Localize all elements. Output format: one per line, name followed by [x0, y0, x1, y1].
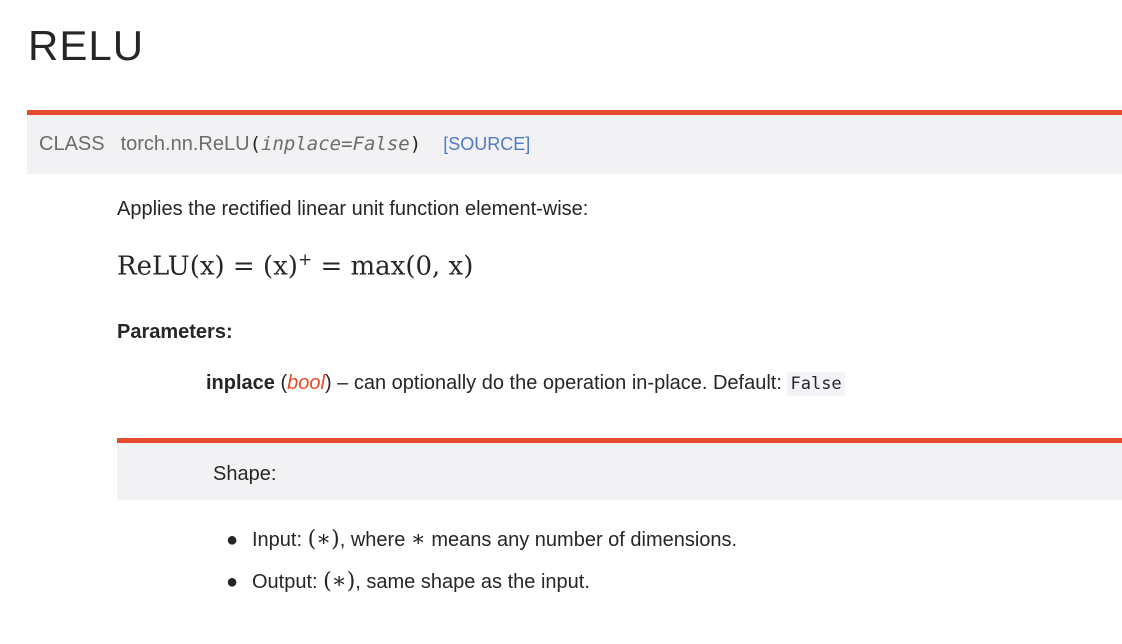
page-title: RELU	[28, 22, 145, 69]
list-item: ● Output: (∗), same shape as the input.	[226, 564, 737, 606]
shape-item-math: (∗)	[307, 527, 340, 552]
shape-note-box: Shape:	[117, 438, 1122, 500]
parameters-heading: Parameters:	[117, 321, 233, 343]
param-description: – can optionally do the operation in-pla…	[331, 372, 788, 394]
shape-item-text: , where	[339, 529, 411, 551]
shape-item-label: Input:	[252, 529, 308, 551]
shape-item-math: (∗)	[323, 569, 356, 594]
param-default-value: False	[787, 372, 845, 396]
shape-item-text: , same shape as the input.	[355, 571, 590, 593]
class-name: torch.nn.ReLU	[120, 133, 250, 155]
source-link[interactable]: [SOURCE]	[443, 134, 530, 154]
class-signature: CLASS torch.nn.ReLU(inplace=False) [SOURCE…	[39, 133, 530, 156]
param-type-link[interactable]: bool	[287, 372, 325, 394]
parameter-item: inplace (bool) – can optionally do the o…	[206, 372, 845, 396]
bullet-icon: ●	[226, 529, 239, 551]
list-item: ● Input: (∗), where ∗ means any number of…	[226, 522, 738, 564]
description: Applies the rectified linear unit functi…	[117, 198, 589, 220]
class-signature-box: CLASS torch.nn.ReLU(inplace=False) [SOURCE…	[27, 110, 1122, 174]
relu-formula: ReLU(x) = (x)+ = max(0, x)	[117, 250, 473, 282]
formula-superscript: +	[297, 250, 313, 270]
bullet-icon: ●	[226, 571, 239, 593]
open-paren: (	[249, 133, 262, 155]
shape-list: ● Input: (∗), where ∗ means any number of…	[226, 522, 738, 606]
formula-rhs: = max(0, x)	[312, 251, 474, 282]
shape-item-label: Output:	[252, 571, 324, 593]
close-paren: )	[409, 133, 422, 155]
param-type-open: (	[274, 372, 288, 394]
param-name: inplace	[206, 372, 275, 394]
formula-lhs: ReLU(x) = (x)	[117, 251, 298, 282]
signature-param: inplace=False	[261, 133, 410, 155]
param-type-close: )	[324, 372, 332, 394]
class-keyword: CLASS	[39, 133, 105, 155]
shape-item-math-2: ∗	[410, 527, 426, 552]
shape-title: Shape:	[213, 463, 277, 485]
shape-item-text-2: means any number of dimensions.	[425, 529, 738, 551]
